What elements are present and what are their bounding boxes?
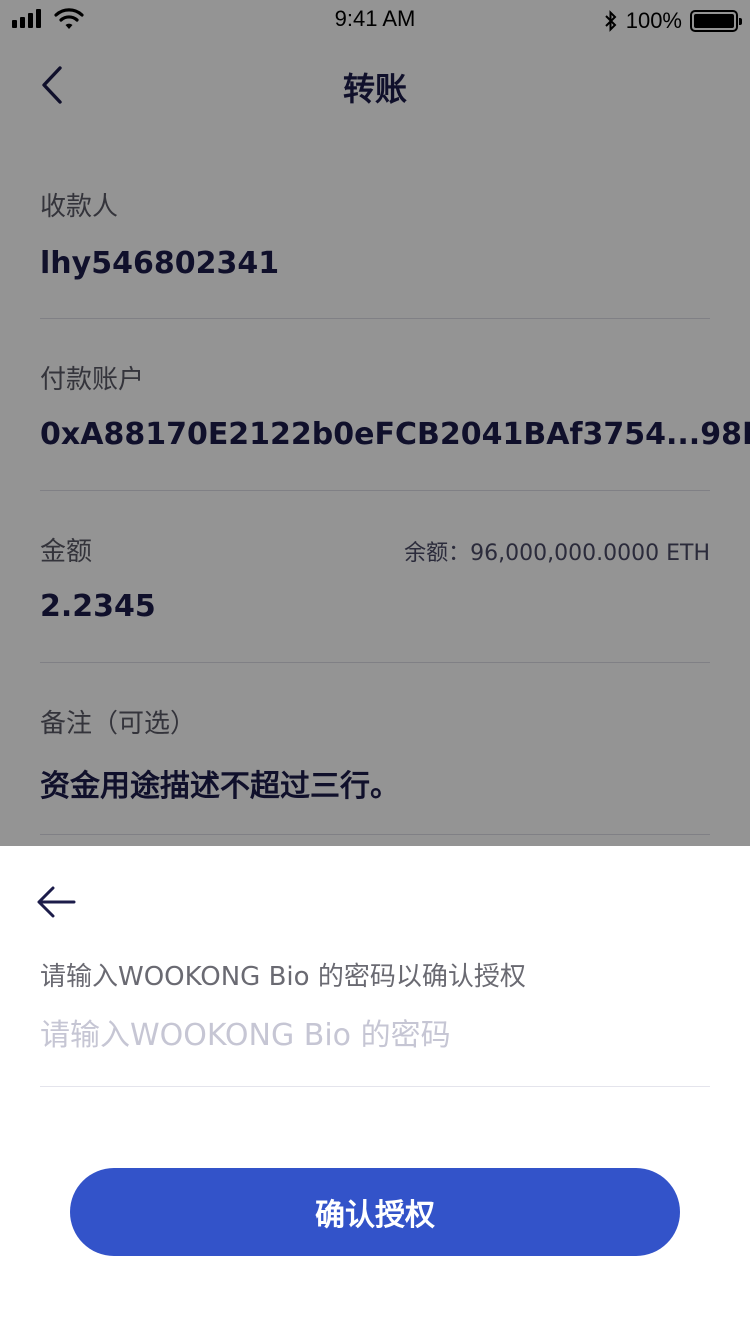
password-input[interactable] xyxy=(40,1008,710,1062)
password-prompt: 请输入WOOKONG Bio 的密码以确认授权 xyxy=(40,962,526,992)
password-sheet: 请输入WOOKONG Bio 的密码以确认授权 确认授权 xyxy=(0,846,750,1334)
confirm-authorize-button[interactable]: 确认授权 xyxy=(70,1168,680,1256)
sheet-back-button[interactable] xyxy=(36,884,78,920)
modal-overlay[interactable] xyxy=(0,0,750,846)
arrow-left-icon xyxy=(37,886,76,918)
divider xyxy=(40,1086,710,1087)
